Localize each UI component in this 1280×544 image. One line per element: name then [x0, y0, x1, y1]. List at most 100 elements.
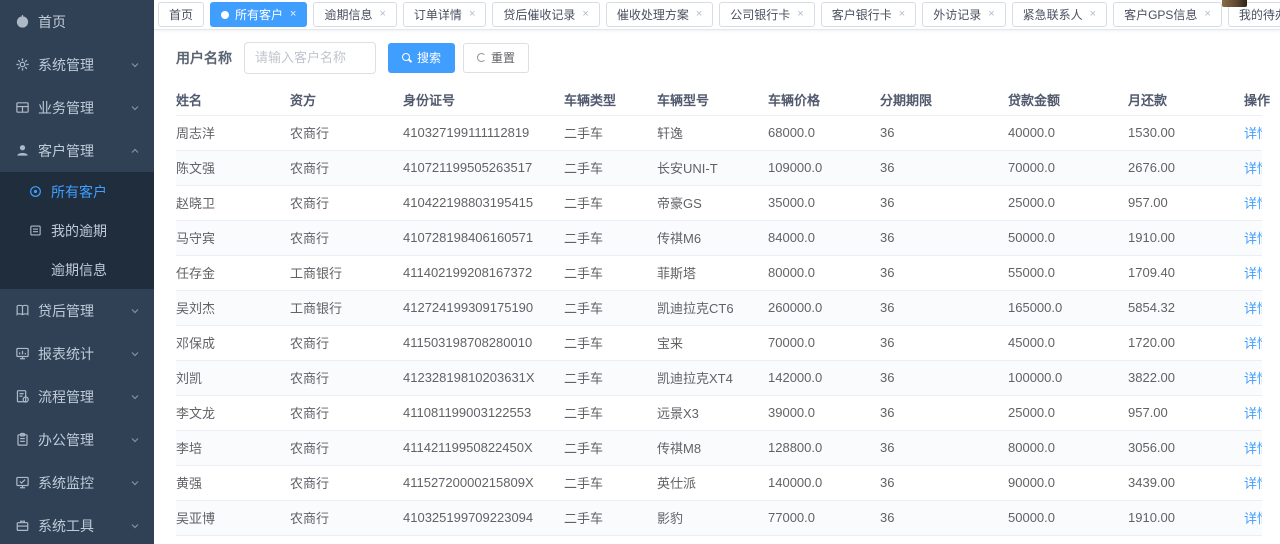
sidebar-item-label: 报表统计 — [38, 344, 130, 364]
detail-link[interactable]: 详情 — [1244, 231, 1262, 246]
cell-vehicle-model — [657, 535, 768, 544]
detail-link[interactable]: 详情 — [1244, 266, 1262, 281]
cell-monthly-payment: 1709.40 — [1128, 255, 1244, 290]
cell-id-number: 410422198803195415 — [403, 185, 564, 220]
cell-vehicle-model: 轩逸 — [657, 115, 768, 150]
tab[interactable]: 客户GPS信息 × — [1113, 2, 1222, 27]
table-row: 黄强 农商行 41152720000215809X 二手车 英仕派 140000… — [176, 465, 1262, 500]
tab-close-icon[interactable]: × — [1090, 9, 1096, 20]
tab-label: 首页 — [169, 6, 193, 23]
tab[interactable]: 客户银行卡 × — [821, 2, 916, 27]
header-funder: 资方 — [290, 85, 403, 115]
cell-funder: 农商行 — [290, 395, 403, 430]
table-row: 陈文强 农商行 410721199505263517 二手车 长安UNI-T 1… — [176, 150, 1262, 185]
cell-vehicle-type: 二手车 — [564, 220, 657, 255]
detail-link[interactable]: 详情 — [1244, 476, 1262, 491]
cell-name: 李培 — [176, 430, 290, 465]
tab-close-icon[interactable]: × — [582, 9, 588, 20]
tab-close-icon[interactable]: × — [988, 9, 994, 20]
tab-close-icon[interactable]: × — [379, 9, 385, 20]
sidebar-item-monitor[interactable]: 系统监控 — [0, 461, 154, 504]
sidebar-subitem-overdue-info[interactable]: 逾期信息 — [0, 250, 154, 289]
chevron-down-icon — [130, 435, 140, 445]
header-vehicle-price: 车辆价格 — [768, 85, 880, 115]
cell-funder: 农商行 — [290, 185, 403, 220]
sidebar-item-system[interactable]: 系统管理 — [0, 43, 154, 86]
cell-vehicle-type: 二手车 — [564, 430, 657, 465]
sidebar-item-customer[interactable]: 客户管理 — [0, 129, 154, 172]
customers-icon — [28, 184, 42, 200]
detail-link[interactable]: 详情 — [1244, 336, 1262, 351]
header-loan-amount: 贷款金额 — [1008, 85, 1128, 115]
cell-vehicle-price: 39000.0 — [768, 395, 880, 430]
sidebar-item-report[interactable]: 报表统计 — [0, 332, 154, 375]
cell-vehicle-model: 长安UNI-T — [657, 150, 768, 185]
sidebar-item-home[interactable]: 首页 — [0, 0, 154, 43]
cell-id-number: 410327199111112819 — [403, 115, 564, 150]
tab[interactable]: 首页 — [158, 2, 204, 27]
detail-link[interactable]: 详情 — [1244, 406, 1262, 421]
detail-link[interactable]: 详情 — [1244, 196, 1262, 211]
search-button[interactable]: 搜索 — [388, 43, 455, 73]
cell-vehicle-price: 84000.0 — [768, 220, 880, 255]
tab-close-icon[interactable]: × — [290, 9, 296, 20]
tab-close-icon[interactable]: × — [1204, 9, 1210, 20]
tab-close-icon[interactable]: × — [899, 9, 905, 20]
sidebar-item-label: 业务管理 — [38, 98, 130, 118]
sidebar-item-process[interactable]: 流程管理 — [0, 375, 154, 418]
cell-vehicle-price: 77000.0 — [768, 500, 880, 535]
table-row: 邓保成 农商行 411503198708280010 二手车 宝来 70000.… — [176, 325, 1262, 360]
sidebar-item-tools[interactable]: 系统工具 — [0, 504, 154, 544]
cell-loan-amount — [1008, 535, 1128, 544]
cell-id-number: 41142119950822450X — [403, 430, 564, 465]
detail-link[interactable]: 详情 — [1244, 126, 1262, 141]
tab[interactable]: 订单详情 × — [403, 2, 486, 27]
customer-name-input[interactable] — [244, 42, 376, 74]
chevron-down-icon — [130, 103, 140, 113]
sidebar-item-business[interactable]: 业务管理 — [0, 86, 154, 129]
detail-link[interactable]: 详情 — [1244, 441, 1262, 456]
header-action: 操作 — [1244, 85, 1262, 115]
tab[interactable]: 外访记录 × — [922, 2, 1005, 27]
cell-loan-amount: 55000.0 — [1008, 255, 1128, 290]
cell-name: 赵晓卫 — [176, 185, 290, 220]
sidebar-item-label: 系统管理 — [38, 55, 130, 75]
tab[interactable]: 公司银行卡 × — [719, 2, 814, 27]
sidebar-item-office[interactable]: 办公管理 — [0, 418, 154, 461]
cell-vehicle-type: 二手车 — [564, 290, 657, 325]
sidebar-subitem-all-customers[interactable]: 所有客户 — [0, 172, 154, 211]
tab-close-icon[interactable]: × — [469, 9, 475, 20]
tab[interactable]: 催收处理方案 × — [606, 2, 713, 27]
tab-label: 我的待办 — [1239, 6, 1280, 23]
sidebar-subitem-my-overdue[interactable]: 我的逾期 — [0, 211, 154, 250]
cell-name: 周志洋 — [176, 115, 290, 150]
detail-link[interactable]: 详情 — [1244, 161, 1262, 176]
cell-term: 36 — [880, 360, 1008, 395]
tab[interactable]: 逾期信息 × — [313, 2, 396, 27]
cell-name: 陈文强 — [176, 150, 290, 185]
cell-id-number: 411081199003122553 — [403, 395, 564, 430]
header-id-number: 身份证号 — [403, 85, 564, 115]
table-row: 周志洋 农商行 410327199111112819 二手车 轩逸 68000.… — [176, 115, 1262, 150]
table-row: 李培 农商行 41142119950822450X 二手车 传祺M8 12880… — [176, 430, 1262, 465]
cell-term: 36 — [880, 185, 1008, 220]
tab-close-icon[interactable]: × — [696, 9, 702, 20]
tab-close-icon[interactable]: × — [797, 9, 803, 20]
cell-vehicle-price: 35000.0 — [768, 185, 880, 220]
cell-monthly-payment: 1910.00 — [1128, 220, 1244, 255]
reset-button[interactable]: 重置 — [463, 43, 529, 73]
detail-link[interactable]: 详情 — [1244, 511, 1262, 526]
detail-link[interactable]: 详情 — [1244, 371, 1262, 386]
search-button-label: 搜索 — [417, 49, 441, 66]
cell-vehicle-price: 109000.0 — [768, 150, 880, 185]
open-book-icon — [14, 303, 30, 319]
tab-label: 紧急联系人 — [1023, 6, 1083, 23]
cell-monthly-payment: 2676.00 — [1128, 150, 1244, 185]
header-vehicle-type: 车辆类型 — [564, 85, 657, 115]
tab[interactable]: 紧急联系人 × — [1012, 2, 1107, 27]
cell-name: 黄强 — [176, 465, 290, 500]
detail-link[interactable]: 详情 — [1244, 301, 1262, 316]
sidebar-item-postloan[interactable]: 贷后管理 — [0, 289, 154, 332]
tab[interactable]: 贷后催收记录 × — [492, 2, 599, 27]
tab[interactable]: 所有客户 × — [210, 2, 307, 27]
